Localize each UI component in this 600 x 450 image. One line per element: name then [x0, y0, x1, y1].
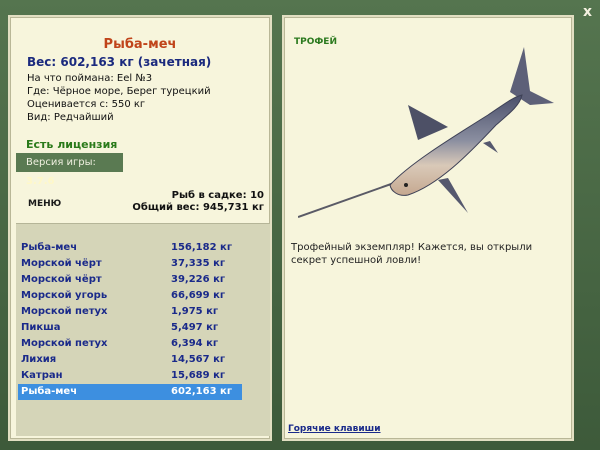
fish-weight: 1,975 кг: [171, 306, 219, 317]
fish-weight: 6,394 кг: [171, 338, 219, 349]
fish-weight: 37,335 кг: [171, 258, 226, 269]
catch-fish-name: Рыба-меч: [103, 37, 177, 52]
keepnet-stats: Рыб в садке: 10 Общий вес: 945,731 кг: [132, 190, 264, 214]
hotkeys-link[interactable]: Горячие клавиши: [288, 424, 381, 434]
close-icon[interactable]: x: [583, 3, 592, 21]
fish-name: Пикша: [21, 322, 61, 333]
fish-list-row[interactable]: Рыба-меч 602,163 кг: [18, 384, 242, 400]
catch-rarity: Вид: Редчайший: [27, 112, 114, 123]
fish-weight: 15,689 кг: [171, 370, 226, 381]
menu-title[interactable]: МЕНЮ: [28, 199, 61, 209]
fish-weight: 602,163 кг: [171, 386, 233, 397]
license-status: Есть лицензия: [26, 138, 118, 151]
fish-name: Морской чёрт: [21, 258, 102, 269]
catch-weight: Вес: 602,163 кг (зачетная): [27, 55, 212, 69]
fish-list-row[interactable]: Рыба-меч 156,182 кг: [18, 240, 242, 256]
fish-weight: 5,497 кг: [171, 322, 219, 333]
swordfish-image: [298, 47, 554, 218]
fish-name: Катран: [21, 370, 63, 381]
fish-list-row[interactable]: Морской петух 6,394 кг: [18, 336, 242, 352]
fish-weight: 156,182 кг: [171, 242, 233, 253]
fish-list-row[interactable]: Морской чёрт 37,335 кг: [18, 256, 242, 272]
fish-name: Морской петух: [21, 306, 108, 317]
fish-list-row[interactable]: Морской чёрт 39,226 кг: [18, 272, 242, 288]
catch-bait: На что поймана: Eel №3: [27, 73, 153, 84]
fish-list-row[interactable]: Лихия 14,567 кг: [18, 352, 242, 368]
version-badge: Версия игры: 3.7.6: [16, 153, 123, 187]
fish-list-row[interactable]: Морской петух 1,975 кг: [18, 304, 242, 320]
fish-list: Рыба-меч 156,182 кг Морской чёрт 37,335 кг М…: [16, 223, 270, 436]
fish-weight: 14,567 кг: [171, 354, 226, 365]
fish-name: Лихия: [21, 354, 57, 365]
version-label: Версия игры:: [26, 157, 96, 168]
fish-name: Морской угорь: [21, 290, 108, 301]
fish-weight: 39,226 кг: [171, 274, 226, 285]
total-weight: Общий вес: 945,731 кг: [132, 202, 264, 213]
fish-name: Рыба-меч: [21, 242, 78, 253]
catch-location: Где: Чёрное море, Берег турецкий: [27, 86, 211, 97]
version-value: 3.7.6: [26, 176, 55, 187]
fish-name: Морской петух: [21, 338, 108, 349]
fish-count: Рыб в садке: 10: [171, 190, 264, 201]
trophy-panel: ТРОФЕЙ Трофейный экземпляр! Кажется, вы …: [282, 15, 574, 441]
fish-weight: 66,699 кг: [171, 290, 226, 301]
trophy-message: Трофейный экземпляр! Кажется, вы открыли…: [291, 242, 533, 266]
fish-name: Морской чёрт: [21, 274, 102, 285]
fish-list-row[interactable]: Пикша 5,497 кг: [18, 320, 242, 336]
fish-list-row[interactable]: Морской угорь 66,699 кг: [18, 288, 242, 304]
fish-list-row[interactable]: Катран 15,689 кг: [18, 368, 242, 384]
catch-value: Оценивается с: 550 кг: [27, 99, 146, 110]
fish-name: Рыба-меч: [21, 386, 78, 397]
catch-panel: Рыба-меч Вес: 602,163 кг (зачетная) На ч…: [8, 15, 272, 441]
